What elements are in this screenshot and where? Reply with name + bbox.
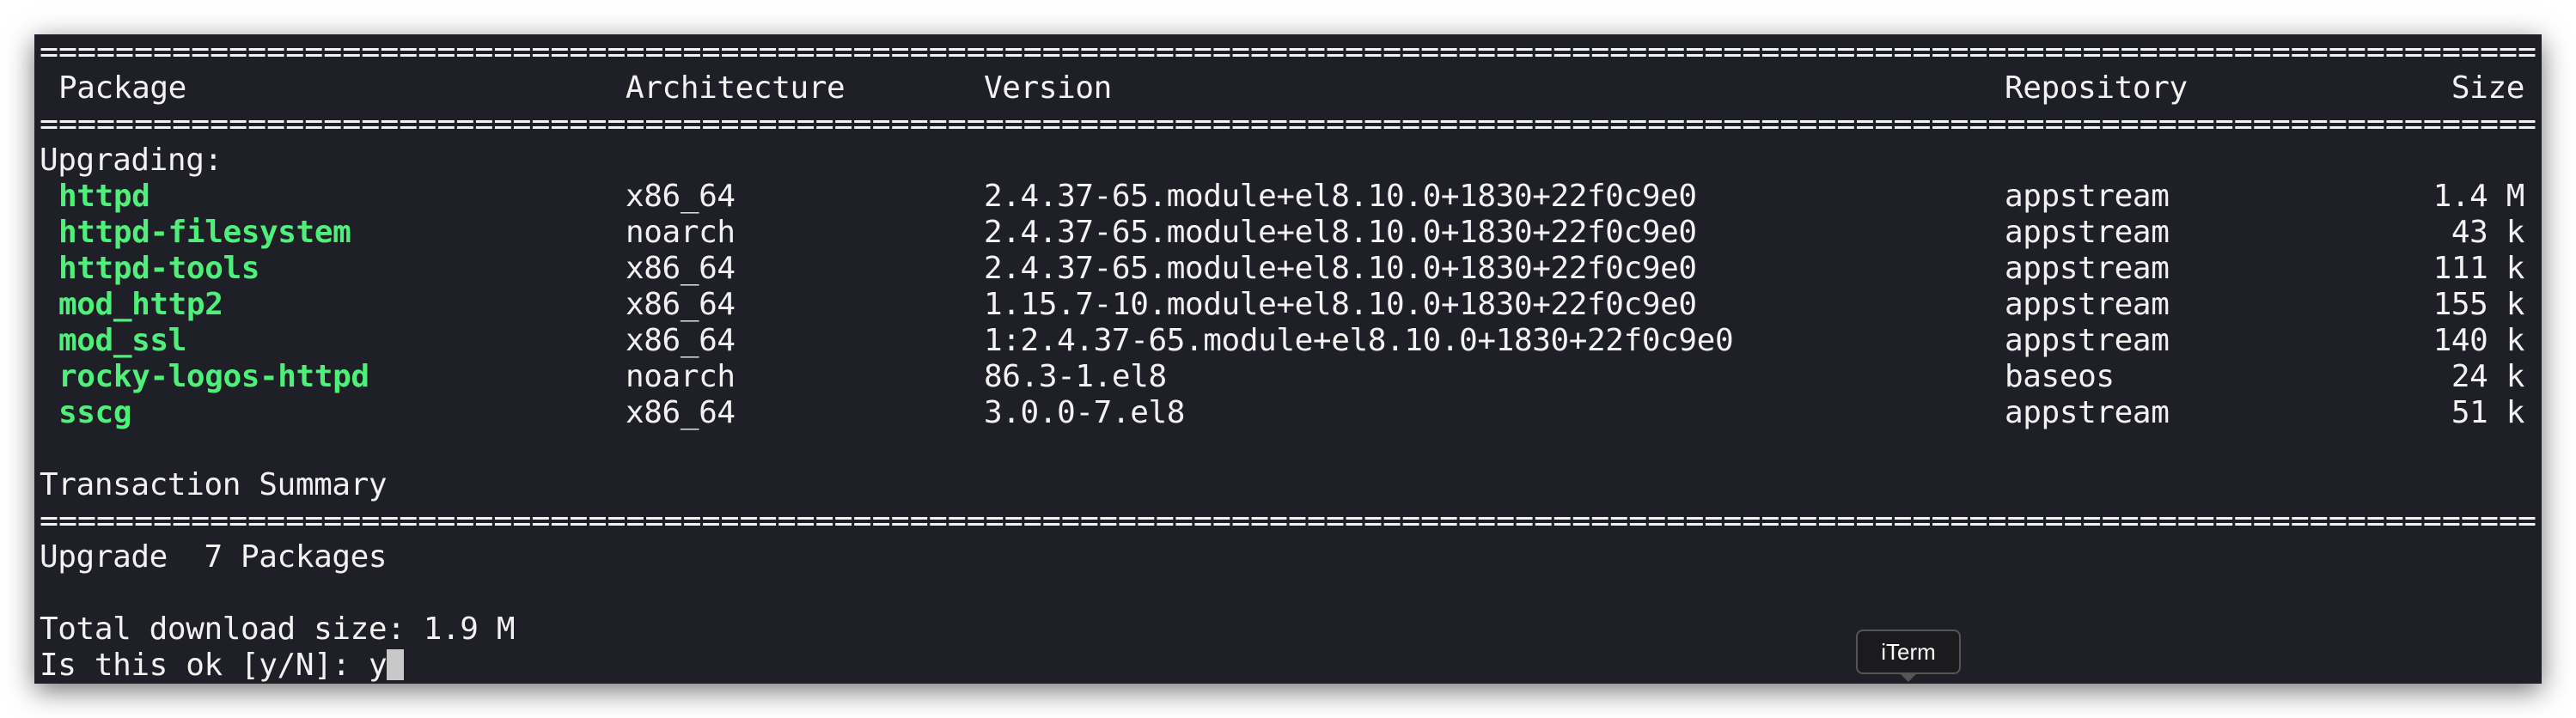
- package-repo: appstream: [2005, 395, 2170, 430]
- package-name: rocky-logos-httpd: [58, 359, 369, 394]
- package-size: 140 k: [2433, 323, 2525, 358]
- package-arch: noarch: [626, 215, 736, 250]
- total-download-line: Total download size: 1.9 M: [40, 612, 2536, 648]
- package-row: sscg x86_64 3.0.0-7.el8 appstream 51 k: [40, 395, 2536, 431]
- header-package: Package: [58, 70, 186, 106]
- prompt-input[interactable]: y: [369, 648, 388, 683]
- package-repo: baseos: [2005, 359, 2115, 394]
- upgrade-count-line: Upgrade 7 Packages: [40, 539, 2536, 575]
- summary-title: Transaction Summary: [40, 467, 388, 502]
- package-size: 43 k: [2451, 215, 2525, 250]
- package-name: httpd: [58, 179, 150, 214]
- package-size: 155 k: [2433, 287, 2525, 322]
- package-row: httpd-filesystem noarch 2.4.37-65.module+e…: [40, 215, 2536, 251]
- package-version: 2.4.37-65.module+el8.10.0+1830+22f0c9e0: [984, 251, 1697, 286]
- package-repo: appstream: [2005, 323, 2170, 358]
- upgrading-label: Upgrading:: [40, 143, 223, 178]
- package-size: 1.4 M: [2433, 179, 2525, 214]
- package-repo: appstream: [2005, 251, 2170, 286]
- package-arch: x86_64: [626, 287, 736, 322]
- package-arch: x86_64: [626, 395, 736, 430]
- package-arch: x86_64: [626, 179, 736, 214]
- package-arch: x86_64: [626, 323, 736, 358]
- package-version: 2.4.37-65.module+el8.10.0+1830+22f0c9e0: [984, 215, 1697, 250]
- header-size: Size: [2451, 70, 2525, 106]
- header-repository: Repository: [2005, 70, 2188, 106]
- package-name: httpd-filesystem: [58, 215, 351, 250]
- terminal-output: ========================================…: [40, 34, 2536, 684]
- package-name: httpd-tools: [58, 251, 260, 286]
- header-version: Version: [984, 70, 1112, 106]
- package-row: httpd x86_64 2.4.37-65.module+el8.10.0+183…: [40, 179, 2536, 215]
- separator: ========================================…: [40, 34, 2536, 70]
- package-size: 51 k: [2451, 395, 2525, 430]
- package-arch: noarch: [626, 359, 736, 394]
- confirm-prompt: Is this ok [y/N]:: [40, 648, 369, 683]
- package-row: mod_http2 x86_64 1.15.7-10.module+el8.10.0…: [40, 287, 2536, 323]
- separator-line: ========================================…: [40, 34, 2536, 70]
- terminal-window[interactable]: ========================================…: [34, 34, 2542, 684]
- package-rows: httpd x86_64 2.4.37-65.module+el8.10.0+183…: [40, 179, 2536, 431]
- package-version: 86.3-1.el8: [984, 359, 1167, 394]
- package-repo: appstream: [2005, 179, 2170, 214]
- header-architecture: Architecture: [626, 70, 845, 106]
- section-label: Upgrading:: [40, 143, 2536, 179]
- iterm-tooltip: iTerm: [1856, 630, 1961, 682]
- text-cursor: [387, 649, 405, 680]
- separator-line: ========================================…: [40, 503, 2536, 539]
- table-header: Package Architecture Version Repository Size: [40, 70, 2536, 106]
- package-version: 1.15.7-10.module+el8.10.0+1830+22f0c9e0: [984, 287, 1697, 322]
- package-repo: appstream: [2005, 287, 2170, 322]
- separator: ========================================…: [40, 106, 2536, 142]
- package-version: 1:2.4.37-65.module+el8.10.0+1830+22f0c9e…: [984, 323, 1734, 358]
- package-version: 2.4.37-65.module+el8.10.0+1830+22f0c9e0: [984, 179, 1697, 214]
- package-row: httpd-tools x86_64 2.4.37-65.module+el8.10…: [40, 251, 2536, 287]
- package-size: 24 k: [2451, 359, 2525, 394]
- package-repo: appstream: [2005, 215, 2170, 250]
- package-name: mod_ssl: [58, 323, 186, 358]
- prompt-line[interactable]: Is this ok [y/N]: y: [40, 648, 2536, 684]
- package-name: mod_http2: [58, 287, 223, 322]
- package-version: 3.0.0-7.el8: [984, 395, 1186, 430]
- upgrade-count: Upgrade 7 Packages: [40, 539, 388, 575]
- package-row: rocky-logos-httpd noarch 86.3-1.el8 baseos 2…: [40, 359, 2536, 395]
- package-size: 111 k: [2433, 251, 2525, 286]
- total-download-size: Total download size: 1.9 M: [40, 612, 516, 647]
- package-row: mod_ssl x86_64 1:2.4.37-65.module+el8.10.0…: [40, 323, 2536, 359]
- package-name: sscg: [58, 395, 132, 430]
- separator-line: ========================================…: [40, 106, 2536, 143]
- package-arch: x86_64: [626, 251, 736, 286]
- summary-title-line: Transaction Summary: [40, 467, 2536, 503]
- separator: ========================================…: [40, 503, 2536, 538]
